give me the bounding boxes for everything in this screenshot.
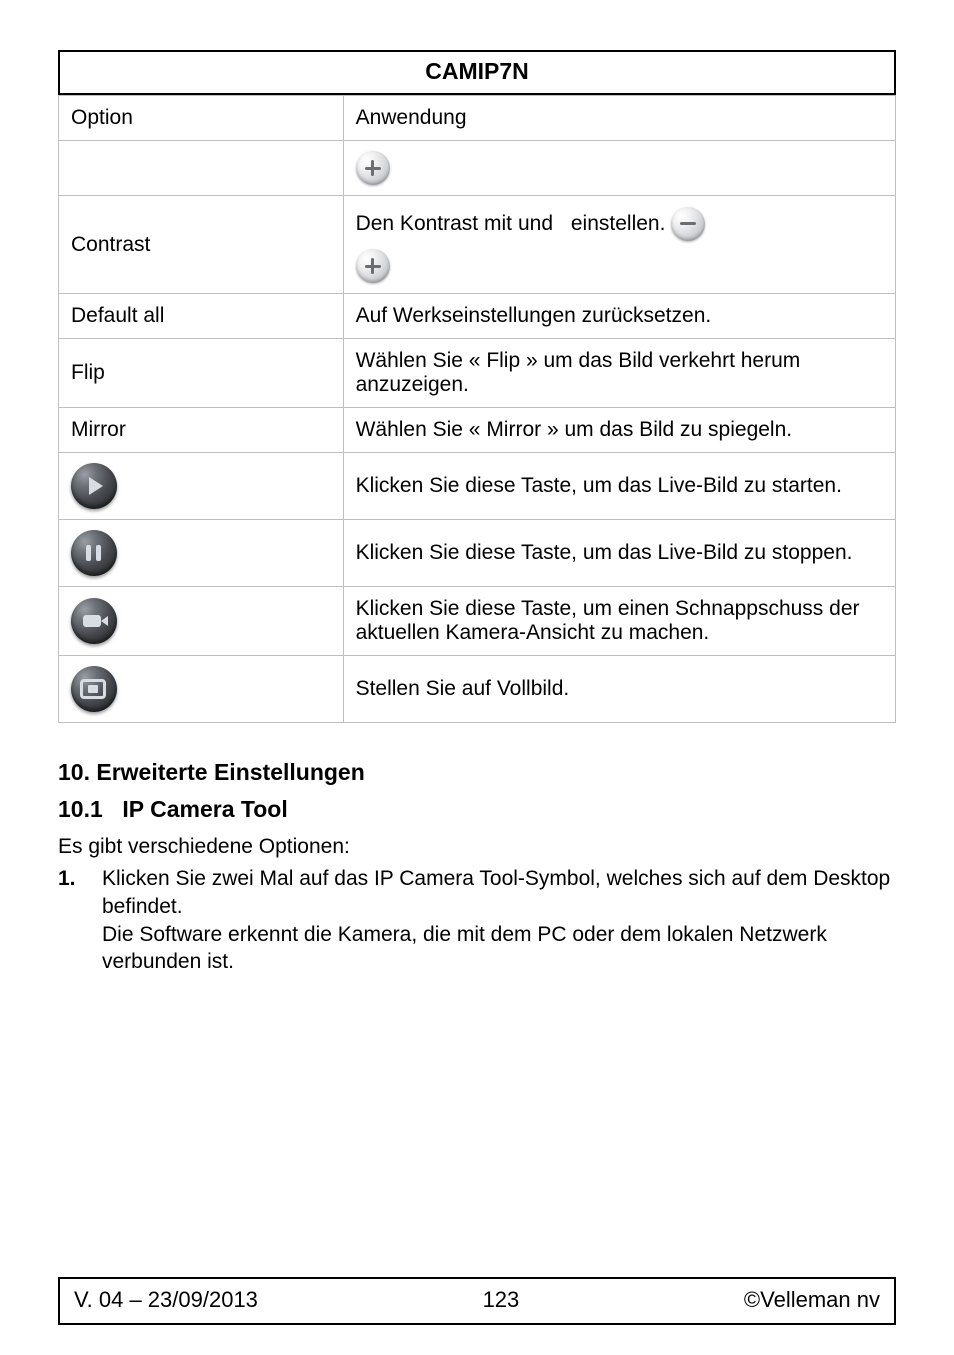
- footer-page-number: 123: [483, 1287, 520, 1313]
- step-text: Klicken Sie zwei Mal auf das IP Camera T…: [102, 865, 896, 976]
- contrast-text-before: Den Kontrast mit: [356, 206, 512, 242]
- desc-cell: Klicken Sie diese Taste, um einen Schnap…: [343, 587, 895, 656]
- table-row: Flip Wählen Sie « Flip » um das Bild ver…: [59, 339, 896, 408]
- desc-cell: [343, 141, 895, 196]
- step-number: 1.: [58, 865, 102, 976]
- option-cell: [59, 656, 344, 723]
- footer-copyright: ©Velleman nv: [744, 1287, 880, 1313]
- table-row: [59, 141, 896, 196]
- minus-icon[interactable]: [671, 207, 705, 241]
- contrast-text-after: einstellen.: [571, 206, 666, 242]
- intro-text: Es gibt verschiedene Optionen:: [58, 833, 896, 861]
- desc-cell: Auf Werkseinstellungen zurücksetzen.: [343, 294, 895, 339]
- section-title: IP Camera Tool: [122, 796, 287, 822]
- header-title: CAMIP7N: [425, 58, 529, 84]
- table-row: Klicken Sie diese Taste, um das Live-Bil…: [59, 453, 896, 520]
- step-item: 1. Klicken Sie zwei Mal auf das IP Camer…: [58, 865, 896, 976]
- table-row: Klicken Sie diese Taste, um einen Schnap…: [59, 587, 896, 656]
- desc-cell: Stellen Sie auf Vollbild.: [343, 656, 895, 723]
- table-row: Klicken Sie diese Taste, um das Live-Bil…: [59, 520, 896, 587]
- pause-icon[interactable]: [71, 530, 117, 576]
- table-row: Option Anwendung: [59, 96, 896, 141]
- desc-cell: Wählen Sie « Flip » um das Bild verkehrt…: [343, 339, 895, 408]
- table-row: Default all Auf Werkseinstellungen zurüc…: [59, 294, 896, 339]
- table-row: Contrast Den Kontrast mit und einstellen…: [59, 196, 896, 294]
- desc-cell: Den Kontrast mit und einstellen.: [343, 196, 895, 294]
- snapshot-icon[interactable]: [71, 598, 117, 644]
- option-cell: Flip: [59, 339, 344, 408]
- option-cell: Default all: [59, 294, 344, 339]
- option-cell: Mirror: [59, 408, 344, 453]
- table-row: Stellen Sie auf Vollbild.: [59, 656, 896, 723]
- steps-list: 1. Klicken Sie zwei Mal auf das IP Camer…: [58, 865, 896, 976]
- option-cell: [59, 520, 344, 587]
- contrast-text-mid: und: [518, 206, 553, 242]
- section-heading-10: 10. Erweiterte Einstellungen: [58, 759, 896, 786]
- option-cell: Option: [59, 96, 344, 141]
- desc-cell: Anwendung: [343, 96, 895, 141]
- plus-icon[interactable]: [356, 249, 390, 283]
- page-footer: V. 04 – 23/09/2013 123 ©Velleman nv: [58, 1277, 896, 1325]
- section-number: 10.1: [58, 796, 116, 823]
- option-cell: [59, 587, 344, 656]
- page-header: CAMIP7N: [58, 50, 896, 95]
- footer-version: V. 04 – 23/09/2013: [74, 1287, 258, 1313]
- play-icon[interactable]: [71, 463, 117, 509]
- desc-cell: Klicken Sie diese Taste, um das Live-Bil…: [343, 453, 895, 520]
- option-cell: Contrast: [59, 196, 344, 294]
- section-heading-10-1: 10.1 IP Camera Tool: [58, 796, 896, 823]
- options-table: Option Anwendung Contrast Den Kontrast m…: [58, 95, 896, 723]
- plus-icon[interactable]: [356, 151, 390, 185]
- desc-cell: Klicken Sie diese Taste, um das Live-Bil…: [343, 520, 895, 587]
- option-cell: [59, 141, 344, 196]
- fullscreen-icon[interactable]: [71, 666, 117, 712]
- option-cell: [59, 453, 344, 520]
- table-row: Mirror Wählen Sie « Mirror » um das Bild…: [59, 408, 896, 453]
- desc-cell: Wählen Sie « Mirror » um das Bild zu spi…: [343, 408, 895, 453]
